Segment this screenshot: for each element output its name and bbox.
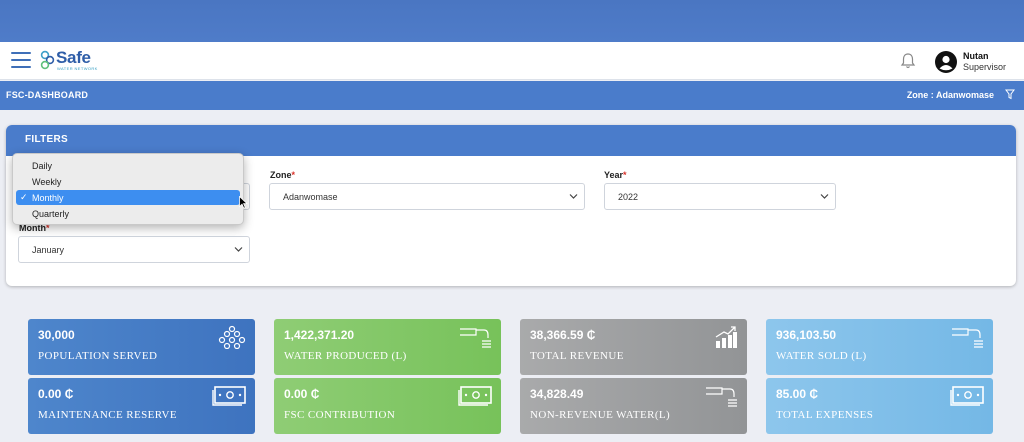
- stat-card-total-expenses[interactable]: 85.00 ₵ TOTAL EXPENSES: [766, 378, 993, 434]
- stat-card-fsc-contribution[interactable]: 0.00 ₵ FSC CONTRIBUTION: [274, 378, 501, 434]
- logo-subtext: WATER NETWORK: [57, 66, 98, 71]
- stat-card-water-sold[interactable]: 936,103.50 WATER SOLD (L): [766, 319, 993, 375]
- filter-icon[interactable]: [1005, 89, 1015, 100]
- stat-value: 38,366.59 ₵: [530, 328, 596, 342]
- period-option-quarterly[interactable]: Quarterly: [16, 206, 240, 221]
- logo-mark-icon: [40, 50, 55, 70]
- water-tap-icon: [460, 328, 491, 348]
- stat-value: 0.00 ₵: [284, 387, 320, 401]
- chevron-down-icon: [569, 194, 578, 199]
- zone-indicator: Zone : Adanwomase: [906, 90, 994, 100]
- page-title: FSC-DASHBOARD: [6, 90, 89, 100]
- app-header: Safe WATER NETWORK: [0, 42, 1024, 80]
- period-option-daily[interactable]: Daily: [16, 158, 240, 173]
- stat-value: 30,000: [38, 328, 75, 342]
- stat-value: 0.00 ₵: [38, 387, 74, 401]
- filters-title: FILTERS: [6, 125, 1016, 156]
- stat-card-population-served[interactable]: 30,000 POPULATION SERVED: [28, 319, 255, 375]
- zone-select[interactable]: Adanwomase: [269, 183, 585, 210]
- zone-select-value: Adanwomase: [283, 192, 338, 202]
- stat-card-water-produced[interactable]: 1,422,371.20 WATER PRODUCED (L): [274, 319, 501, 375]
- cash-icon: [950, 386, 984, 406]
- period-option-weekly[interactable]: Weekly: [16, 174, 240, 189]
- stat-card-maintenance-reserve[interactable]: 0.00 ₵ MAINTENANCE RESERVE: [28, 378, 255, 434]
- chevron-down-icon: [234, 247, 243, 252]
- stat-label: TOTAL EXPENSES: [776, 409, 874, 421]
- zone-label: Zone*: [270, 170, 296, 180]
- stat-card-total-revenue[interactable]: 38,366.59 ₵ TOTAL REVENUE: [520, 319, 747, 375]
- period-option-monthly-label: Monthly: [32, 193, 64, 203]
- water-tap-icon: [706, 387, 737, 407]
- year-select-value: 2022: [618, 192, 639, 202]
- user-name[interactable]: Nutan: [963, 51, 989, 61]
- avatar-icon[interactable]: [935, 51, 957, 73]
- mouse-cursor-icon: [239, 196, 248, 209]
- logo-text: Safe: [56, 48, 91, 67]
- period-option-monthly[interactable]: ✓ Monthly: [16, 190, 240, 205]
- stat-value: 1,422,371.20: [284, 328, 355, 342]
- stat-label: NON-REVENUE WATER(L): [530, 409, 671, 421]
- menu-icon[interactable]: [11, 52, 31, 68]
- year-select[interactable]: 2022: [604, 183, 836, 210]
- stat-label: WATER SOLD (L): [776, 350, 867, 362]
- month-select-value: January: [32, 245, 65, 255]
- checkmark-icon: ✓: [20, 192, 28, 202]
- user-role: Supervisor: [963, 62, 1007, 72]
- revenue-chart-icon: [715, 326, 737, 348]
- stat-card-non-revenue-water[interactable]: 34,828.49 NON-REVENUE WATER(L): [520, 378, 747, 434]
- stat-label: POPULATION SERVED: [38, 350, 158, 362]
- stat-value: 85.00 ₵: [776, 387, 819, 401]
- month-select[interactable]: January: [18, 236, 250, 263]
- stat-label: WATER PRODUCED (L): [284, 350, 407, 362]
- population-icon: [218, 325, 246, 349]
- period-dropdown-menu: Daily Weekly ✓ Monthly Quarterly: [12, 153, 244, 225]
- page-subbar: FSC-DASHBOARD Zone : Adanwomase: [0, 81, 1024, 110]
- stat-label: MAINTENANCE RESERVE: [38, 409, 178, 421]
- cash-icon: [458, 386, 492, 406]
- water-tap-icon: [952, 328, 983, 348]
- year-label: Year*: [604, 170, 627, 180]
- stat-value: 936,103.50: [776, 328, 837, 342]
- browser-top-bar: [0, 0, 1024, 42]
- cash-icon: [212, 386, 246, 406]
- notification-bell-icon[interactable]: [900, 52, 916, 70]
- stat-label: FSC CONTRIBUTION: [284, 409, 396, 421]
- chevron-down-icon: [820, 194, 829, 199]
- stat-label: TOTAL REVENUE: [530, 350, 624, 362]
- logo[interactable]: Safe WATER NETWORK: [40, 48, 97, 73]
- stat-value: 34,828.49: [530, 387, 584, 401]
